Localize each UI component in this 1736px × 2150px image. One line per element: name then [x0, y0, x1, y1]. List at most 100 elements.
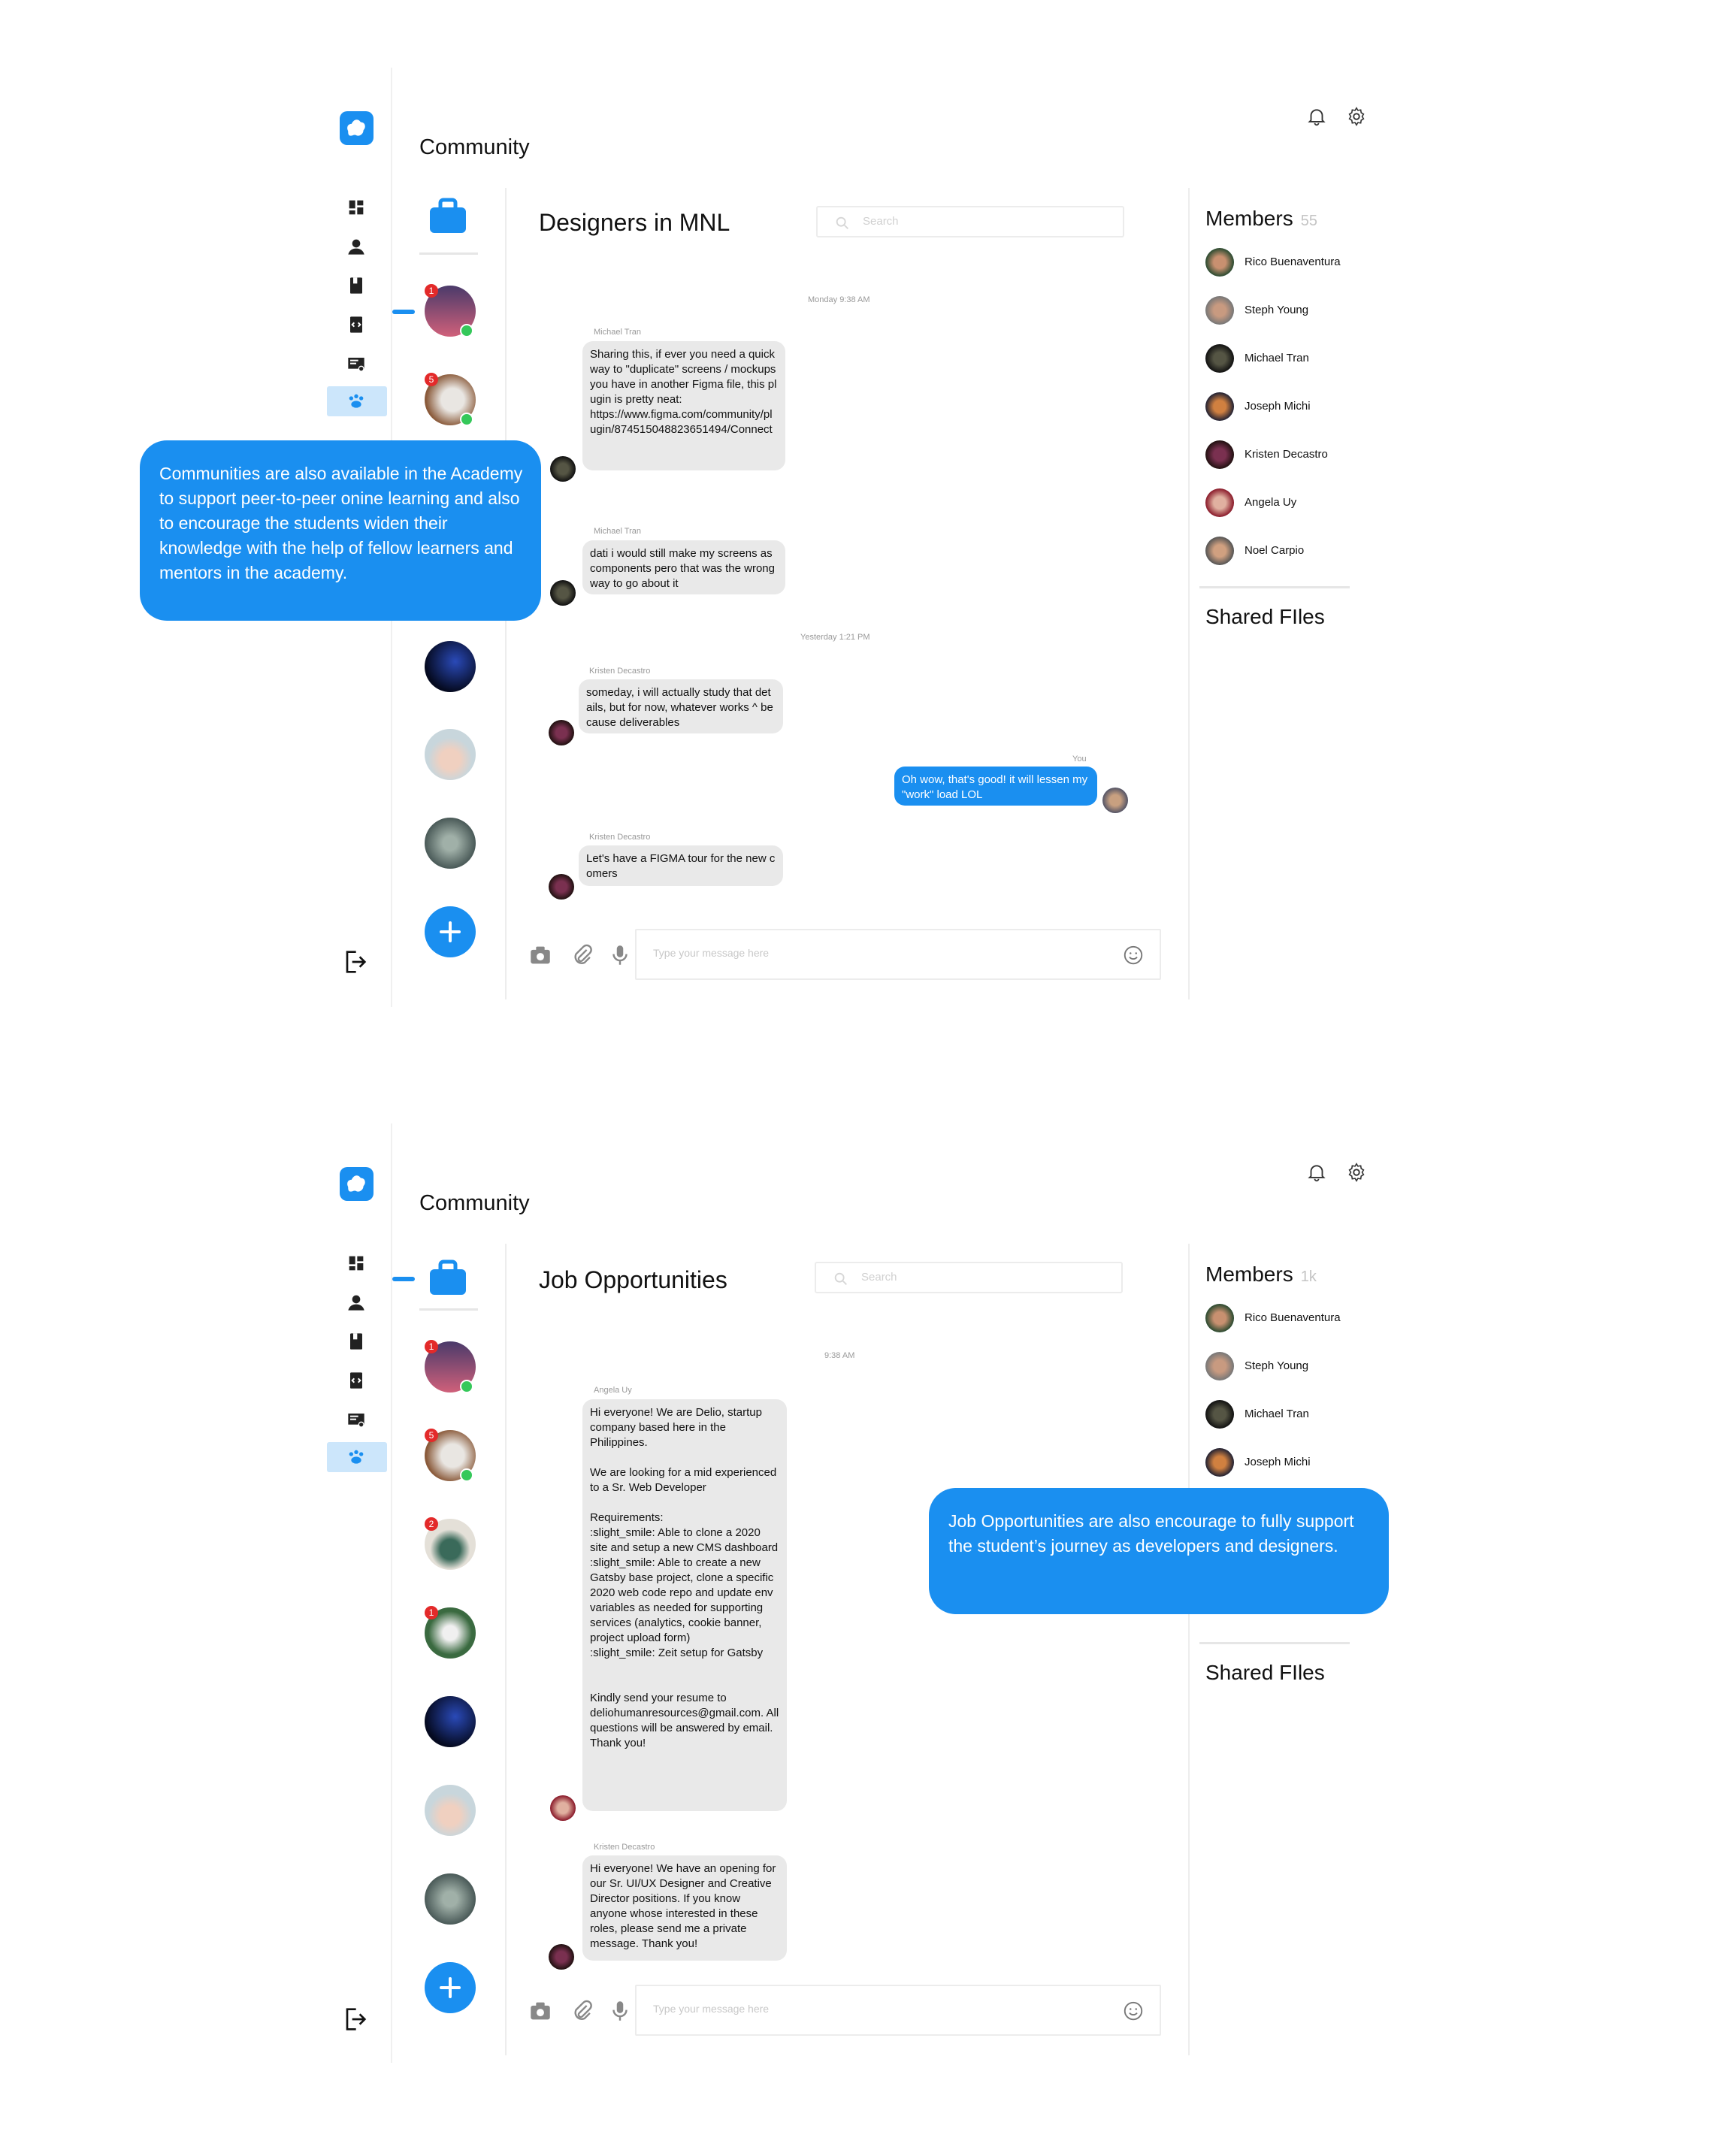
member-name: Joseph Michi — [1245, 400, 1311, 413]
channel-avatar[interactable] — [425, 1873, 476, 1925]
timestamp: Yesterday 1:21 PM — [800, 633, 870, 642]
timestamp: 9:38 AM — [824, 1351, 855, 1360]
channel-divider — [419, 1308, 478, 1311]
logout-icon[interactable] — [340, 947, 370, 977]
message-placeholder: Type your message here — [653, 2003, 770, 2015]
search-icon — [834, 1272, 847, 1285]
unread-badge: 5 — [425, 1429, 438, 1442]
camera-icon[interactable] — [528, 1998, 553, 2024]
member-name: Rico Buenaventura — [1245, 1311, 1341, 1324]
gear-icon[interactable] — [1345, 1161, 1368, 1184]
gear-icon[interactable] — [1345, 105, 1368, 128]
feature-callout: Communities are also available in the Ac… — [140, 440, 541, 621]
channel-avatar[interactable] — [425, 641, 476, 692]
dashboard-icon[interactable] — [344, 1251, 368, 1275]
certificate-icon[interactable] — [344, 1408, 368, 1432]
avatar — [1205, 248, 1234, 277]
message-bubble: Hi everyone! We are Delio, startup compa… — [582, 1399, 787, 1811]
logout-icon[interactable] — [340, 2004, 370, 2034]
channel-avatar[interactable] — [425, 729, 476, 780]
member-name: Noel Carpio — [1245, 544, 1305, 557]
message-bubble: Let's have a FIGMA tour for the new come… — [579, 845, 783, 886]
logo[interactable] — [340, 111, 374, 145]
online-indicator — [460, 324, 473, 337]
avatar — [1205, 1448, 1234, 1477]
mic-icon[interactable] — [607, 942, 633, 968]
message-sender: You — [1072, 754, 1087, 764]
add-channel-button[interactable] — [425, 906, 476, 957]
briefcase-icon[interactable] — [427, 1259, 469, 1298]
members-count: 1k — [1300, 1269, 1317, 1285]
logo[interactable] — [340, 1167, 374, 1201]
avatar — [1205, 1400, 1234, 1429]
avatar — [1205, 537, 1234, 565]
search-input[interactable]: Search — [816, 206, 1124, 237]
profile-icon[interactable] — [344, 234, 368, 259]
avatar — [550, 456, 576, 482]
chat-title: Job Opportunities — [539, 1266, 727, 1293]
online-indicator — [460, 1468, 473, 1482]
message-sender: Michael Tran — [594, 527, 641, 536]
avatar — [1205, 1304, 1234, 1332]
member-name: Michael Tran — [1245, 1408, 1309, 1420]
page-title: Community — [419, 135, 530, 159]
shared-files-title: Shared FIles — [1205, 1661, 1325, 1684]
message-sender: Kristen Decastro — [594, 1843, 655, 1852]
book-icon[interactable] — [344, 1329, 368, 1353]
avatar — [1205, 1352, 1234, 1380]
search-icon — [836, 216, 848, 229]
book-icon[interactable] — [344, 274, 368, 298]
message-sender: Angela Uy — [594, 1386, 632, 1395]
members-divider-line — [1188, 188, 1190, 999]
dashboard-icon[interactable] — [344, 195, 368, 219]
online-indicator — [460, 1380, 473, 1393]
community-icon[interactable] — [344, 1445, 368, 1469]
message-input[interactable]: Type your message here — [635, 929, 1161, 980]
bell-icon[interactable] — [1305, 1161, 1328, 1184]
member-name: Rico Buenaventura — [1245, 256, 1341, 268]
code-icon[interactable] — [344, 313, 368, 337]
unread-badge: 1 — [425, 284, 438, 298]
avatar — [549, 720, 574, 745]
briefcase-icon[interactable] — [427, 197, 469, 236]
unread-badge: 5 — [425, 373, 438, 386]
attach-icon[interactable] — [570, 942, 595, 968]
smile-icon[interactable] — [1122, 944, 1145, 966]
timestamp: Monday 9:38 AM — [808, 295, 870, 304]
unread-badge: 2 — [425, 1517, 438, 1531]
avatar — [1205, 392, 1234, 421]
add-channel-button[interactable] — [425, 1962, 476, 2013]
avatar — [549, 874, 574, 900]
screen-job-opportunities: Community 1 5 2 1 Job Opportunities Sear… — [0, 1123, 1736, 2130]
member-name: Steph Young — [1245, 1359, 1309, 1372]
feature-callout: Job Opportunities are also encourage to … — [929, 1488, 1389, 1614]
smile-icon[interactable] — [1122, 2000, 1145, 2022]
community-icon[interactable] — [344, 389, 368, 413]
profile-icon[interactable] — [344, 1290, 368, 1314]
avatar — [550, 1795, 576, 1821]
bell-icon[interactable] — [1305, 105, 1328, 128]
certificate-icon[interactable] — [344, 352, 368, 376]
channel-avatar[interactable] — [425, 818, 476, 869]
avatar — [1205, 296, 1234, 325]
logo-icon — [347, 119, 365, 136]
message-sender: Kristen Decastro — [589, 833, 651, 842]
message-bubble: someday, i will actually study that deta… — [579, 679, 783, 733]
channel-avatar[interactable] — [425, 1696, 476, 1747]
mic-icon[interactable] — [607, 1998, 633, 2024]
avatar — [1205, 344, 1234, 373]
code-icon[interactable] — [344, 1368, 368, 1393]
online-indicator — [460, 413, 473, 426]
channel-avatar[interactable] — [425, 1785, 476, 1836]
attach-icon[interactable] — [570, 1998, 595, 2024]
member-name: Steph Young — [1245, 304, 1309, 316]
members-count: 55 — [1300, 213, 1317, 229]
message-bubble: Sharing this, if ever you need a quick w… — [582, 341, 785, 470]
search-input[interactable]: Search — [815, 1262, 1123, 1293]
camera-icon[interactable] — [528, 942, 553, 968]
avatar — [549, 1944, 574, 1970]
message-input[interactable]: Type your message here — [635, 1985, 1161, 2036]
members-divider-line — [1188, 1244, 1190, 2055]
members-title: Members 1k — [1205, 1262, 1317, 1286]
members-divider — [1199, 1642, 1350, 1644]
